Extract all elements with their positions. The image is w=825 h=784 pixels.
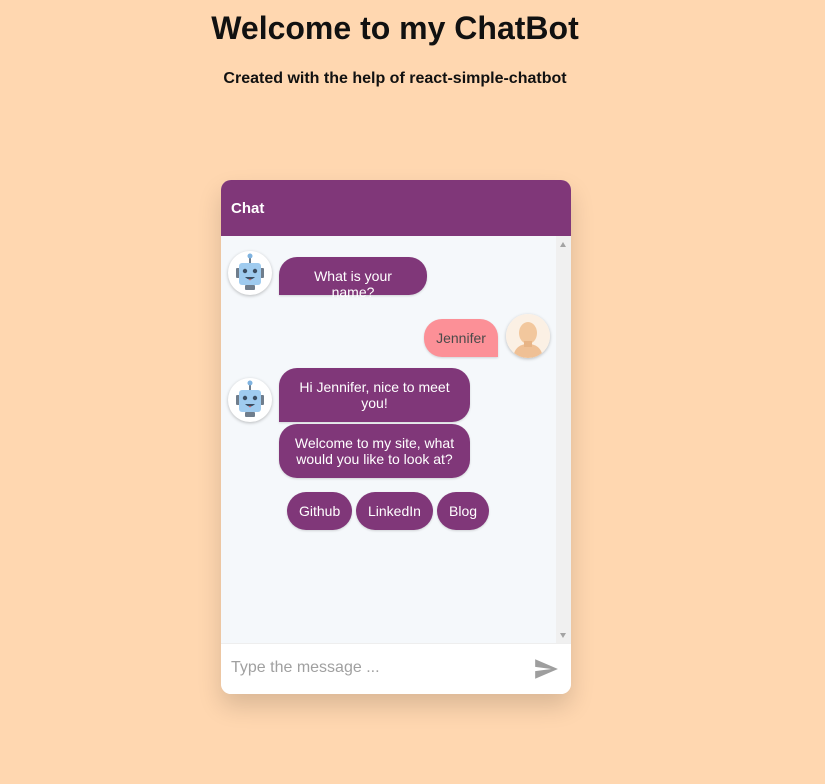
page-title: Welcome to my ChatBot: [211, 10, 579, 46]
bot-avatar-robot-icon: [228, 251, 272, 295]
user-avatar-user-icon: [506, 314, 550, 358]
bot-message: What is your name?: [279, 257, 427, 300]
bot-avatar-robot-icon: [228, 378, 272, 422]
scroll-down-arrow-icon[interactable]: [560, 633, 566, 638]
scroll-up-arrow-icon[interactable]: [560, 242, 566, 247]
send-icon: [535, 659, 558, 679]
message-input[interactable]: [221, 644, 511, 692]
chat-header: Chat: [221, 180, 571, 236]
bot-message: Hi Jennifer, nice to meet you!: [279, 368, 470, 422]
user-message: Jennifer: [424, 319, 498, 357]
chat-header-title: Chat: [231, 199, 265, 217]
option-linkedin-button[interactable]: LinkedIn: [356, 492, 433, 530]
send-button[interactable]: [533, 656, 559, 682]
chat-body: What is your name? Jennifer Hi Jennifer,…: [221, 236, 571, 644]
bot-message: Welcome to my site, what would you like …: [279, 424, 470, 478]
chat-window: Chat What is your name? Jennifer Hi Jenn…: [221, 180, 571, 694]
page-subtitle: Created with the help of react-simple-ch…: [223, 70, 567, 87]
chat-scrollbar[interactable]: [556, 236, 571, 644]
chat-footer: [221, 643, 571, 694]
option-github-button[interactable]: Github: [287, 492, 353, 530]
option-blog-button[interactable]: Blog: [437, 492, 490, 530]
